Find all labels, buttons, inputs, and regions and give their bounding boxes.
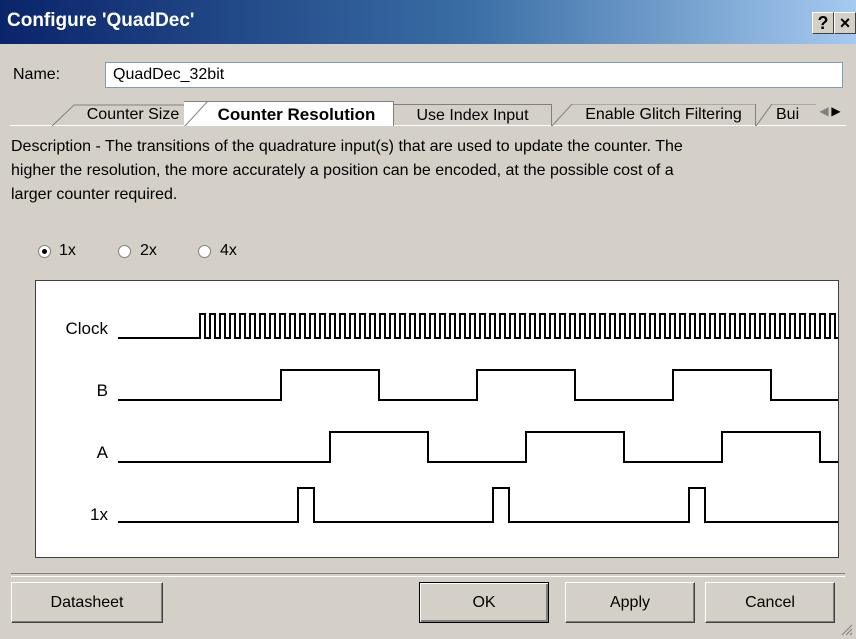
tab-scroll: ◀ ▶	[818, 104, 842, 118]
tab-use-index-input[interactable]: Use Index Input	[394, 104, 552, 126]
title-bar: Configure 'QuadDec' ? ×	[0, 0, 856, 44]
description-text: Description - The transitions of the qua…	[11, 138, 683, 203]
signal-label-clock: Clock	[65, 319, 108, 338]
ok-button[interactable]: OK	[419, 582, 549, 623]
name-input[interactable]	[105, 62, 843, 88]
clock-waveform	[118, 313, 838, 339]
signal-label-b: B	[97, 381, 108, 400]
arrow-left-icon[interactable]: ◀	[818, 104, 830, 118]
window-title: Configure 'QuadDec'	[7, 10, 195, 31]
radio-button-icon[interactable]	[118, 245, 131, 258]
radio-button-icon[interactable]	[198, 245, 211, 258]
tab-counter-resolution[interactable]: Counter Resolution	[184, 101, 394, 126]
name-label: Name:	[13, 66, 61, 83]
help-button[interactable]: ?	[812, 12, 834, 34]
cancel-button[interactable]: Cancel	[705, 582, 835, 623]
tab-label: Use Index Input	[416, 107, 529, 124]
waveform-diagram: Clock B A 1x	[35, 280, 839, 558]
radio-label: 4x	[220, 242, 237, 259]
button-separator	[11, 573, 845, 577]
datasheet-button[interactable]: Datasheet	[11, 582, 163, 623]
1x-waveform	[118, 487, 838, 523]
b-waveform	[118, 369, 838, 401]
tab-build[interactable]: Bui	[756, 104, 816, 126]
radio-button-icon[interactable]	[38, 245, 51, 258]
a-waveform	[118, 431, 838, 463]
tab-label: Enable Glitch Filtering	[585, 106, 742, 123]
tab-label: Counter Resolution	[217, 105, 376, 124]
resize-grip-icon[interactable]	[841, 624, 853, 636]
apply-button[interactable]: Apply	[565, 582, 695, 623]
waveform-svg: Clock B A 1x	[65, 313, 838, 524]
radio-label: 1x	[59, 242, 76, 259]
radio-label: 2x	[140, 242, 157, 259]
tab-enable-glitch-filtering[interactable]: Enable Glitch Filtering	[552, 104, 756, 126]
tab-label: Bui	[776, 106, 800, 123]
signal-label-1x: 1x	[90, 505, 108, 524]
arrow-right-icon[interactable]: ▶	[830, 104, 842, 118]
tab-label: Counter Size	[86, 106, 180, 123]
signal-label-a: A	[97, 443, 109, 462]
tab-counter-size[interactable]: Counter Size	[52, 104, 186, 126]
close-button[interactable]: ×	[834, 12, 856, 34]
